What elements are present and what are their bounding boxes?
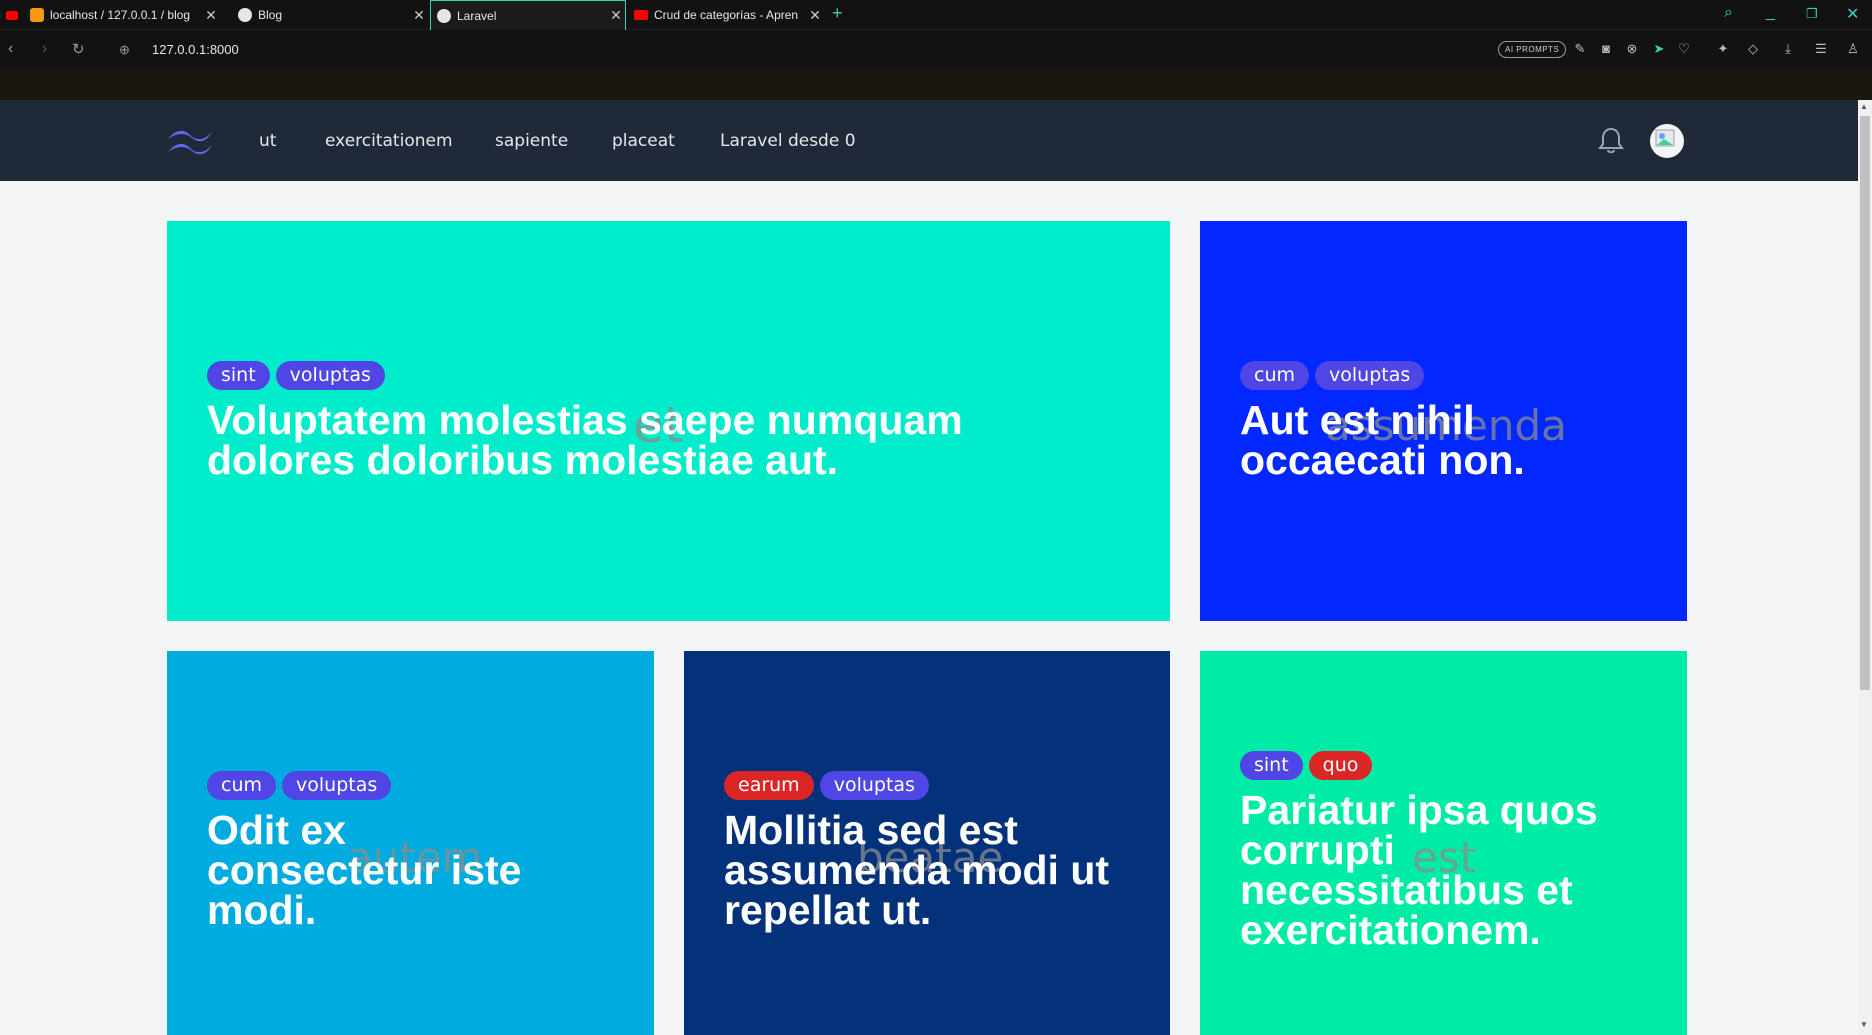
- close-icon[interactable]: ✕: [607, 7, 625, 24]
- scroll-thumb[interactable]: [1860, 116, 1870, 690]
- post-tags: sint quo: [1240, 751, 1647, 780]
- scroll-down-icon[interactable]: ▼: [1860, 1020, 1868, 1029]
- tag-badge[interactable]: earum: [724, 771, 814, 800]
- heart-icon[interactable]: ♡: [1676, 41, 1692, 57]
- tag-badge[interactable]: sint: [1240, 751, 1303, 780]
- post-card-content: earum voluptas Mollitia sed est assumend…: [724, 771, 1130, 931]
- tag-badge[interactable]: voluptas: [1315, 361, 1425, 390]
- tailwind-logo-icon[interactable]: [166, 127, 214, 157]
- post-tags: cum voluptas: [207, 771, 614, 800]
- url-field[interactable]: 127.0.0.1:8000: [152, 42, 239, 57]
- bell-icon[interactable]: [1598, 126, 1624, 154]
- menu-icon[interactable]: ☰: [1813, 41, 1829, 57]
- back-icon[interactable]: ‹: [8, 40, 13, 58]
- post-title[interactable]: Aut est nihil occaecati non.: [1240, 400, 1550, 481]
- search-icon[interactable]: ⌕: [1724, 4, 1733, 22]
- edit-icon[interactable]: ✎: [1572, 41, 1588, 57]
- post-title[interactable]: Odit ex consectetur iste modi.: [207, 810, 587, 931]
- globe-icon: [437, 8, 451, 23]
- post-card-content: cum voluptas Aut est nihil occaecati non…: [1240, 361, 1647, 481]
- bookmarks-bar: [0, 70, 1872, 100]
- browser-tab-bar: localhost / 127.0.0.1 / blog ✕ Blog ✕ La…: [0, 0, 1872, 30]
- post-card[interactable]: est sint quo Pariatur ipsa quos corrupti…: [1200, 651, 1687, 1035]
- close-icon[interactable]: ✕: [806, 7, 824, 24]
- profile-icon[interactable]: ♙: [1845, 41, 1861, 57]
- browser-tab-active[interactable]: Laravel ✕: [430, 0, 626, 30]
- post-tags: earum voluptas: [724, 771, 1130, 800]
- tag-badge[interactable]: voluptas: [282, 771, 392, 800]
- post-card[interactable]: assumenda cum voluptas Aut est nihil occ…: [1200, 221, 1687, 621]
- tag-badge[interactable]: voluptas: [275, 361, 385, 390]
- avatar[interactable]: [1648, 122, 1686, 160]
- post-card[interactable]: beatae earum voluptas Mollitia sed est a…: [684, 651, 1170, 1035]
- restore-icon[interactable]: ❐: [1806, 6, 1818, 22]
- site-info-icon[interactable]: ⊕: [119, 42, 130, 58]
- tag-badge[interactable]: cum: [207, 771, 276, 800]
- extension-icon[interactable]: ✦: [1715, 41, 1731, 57]
- close-icon[interactable]: ✕: [410, 7, 428, 24]
- post-title[interactable]: Pariatur ipsa quos corrupti necessitatib…: [1240, 790, 1640, 951]
- post-tags: sint voluptas: [207, 361, 1130, 390]
- tag-badge[interactable]: quo: [1308, 751, 1373, 780]
- post-card-content: cum voluptas Odit ex consectetur iste mo…: [207, 771, 614, 931]
- post-card-content: sint quo Pariatur ipsa quos corrupti nec…: [1240, 751, 1647, 951]
- nav-link[interactable]: exercitationem: [325, 131, 453, 151]
- cube-icon[interactable]: ◇: [1745, 41, 1761, 57]
- nav-link[interactable]: placeat: [612, 131, 675, 151]
- send-icon[interactable]: ➤: [1651, 41, 1667, 57]
- tag-badge[interactable]: cum: [1240, 361, 1309, 390]
- browser-tab[interactable]: localhost / 127.0.0.1 / blog ✕: [0, 0, 220, 30]
- reload-icon[interactable]: ↻: [72, 40, 85, 58]
- nav-link[interactable]: sapiente: [495, 131, 568, 151]
- phpmyadmin-icon: [30, 8, 44, 22]
- ai-prompts-button[interactable]: AI PROMPTS: [1498, 41, 1567, 58]
- post-tags: cum voluptas: [1240, 361, 1647, 390]
- tab-title: Crud de categorías - Apren: [654, 8, 799, 22]
- tab-title: Blog: [258, 8, 283, 22]
- scroll-up-icon[interactable]: ▲: [1860, 102, 1868, 111]
- post-card[interactable]: et sint voluptas Voluptatem molestias sa…: [167, 221, 1170, 621]
- camera-icon[interactable]: ◙: [1598, 41, 1614, 56]
- post-title[interactable]: Mollitia sed est assumenda modi ut repel…: [724, 810, 1144, 931]
- browser-tab[interactable]: Blog ✕: [232, 0, 428, 30]
- nav-link[interactable]: ut: [259, 131, 276, 151]
- address-bar: ‹ › ↻ ⊕ 127.0.0.1:8000 AI PROMPTS ✎ ◙ ⊗ …: [0, 30, 1872, 70]
- download-icon[interactable]: ⤓: [1780, 41, 1796, 57]
- tag-badge[interactable]: voluptas: [819, 771, 929, 800]
- minimize-icon[interactable]: _: [1766, 4, 1775, 22]
- new-tab-button[interactable]: +: [832, 3, 843, 24]
- globe-icon: [238, 8, 252, 22]
- site-navbar: ut exercitationem sapiente placeat Larav…: [0, 100, 1858, 181]
- close-window-icon[interactable]: ✕: [1846, 4, 1859, 24]
- post-card-content: sint voluptas Voluptatem molestias saepe…: [207, 361, 1130, 481]
- tab-title: localhost / 127.0.0.1 / blog: [50, 8, 191, 22]
- nav-link[interactable]: Laravel desde 0: [720, 131, 856, 151]
- close-icon[interactable]: ✕: [202, 7, 220, 24]
- post-title[interactable]: Voluptatem molestias saepe numquam dolor…: [207, 400, 1027, 481]
- tag-badge[interactable]: sint: [207, 361, 270, 390]
- forward-icon[interactable]: ›: [42, 40, 47, 58]
- page-scrollbar[interactable]: ▲ ▼: [1858, 100, 1872, 1035]
- broken-image-icon: [1655, 129, 1675, 147]
- block-icon[interactable]: ⊗: [1624, 41, 1640, 57]
- tab-title: Laravel: [457, 8, 497, 23]
- youtube-icon: [6, 10, 18, 20]
- youtube-icon: [634, 10, 648, 20]
- post-card[interactable]: autem cum voluptas Odit ex consectetur i…: [167, 651, 654, 1035]
- browser-tab[interactable]: Crud de categorías - Apren ✕: [628, 0, 824, 30]
